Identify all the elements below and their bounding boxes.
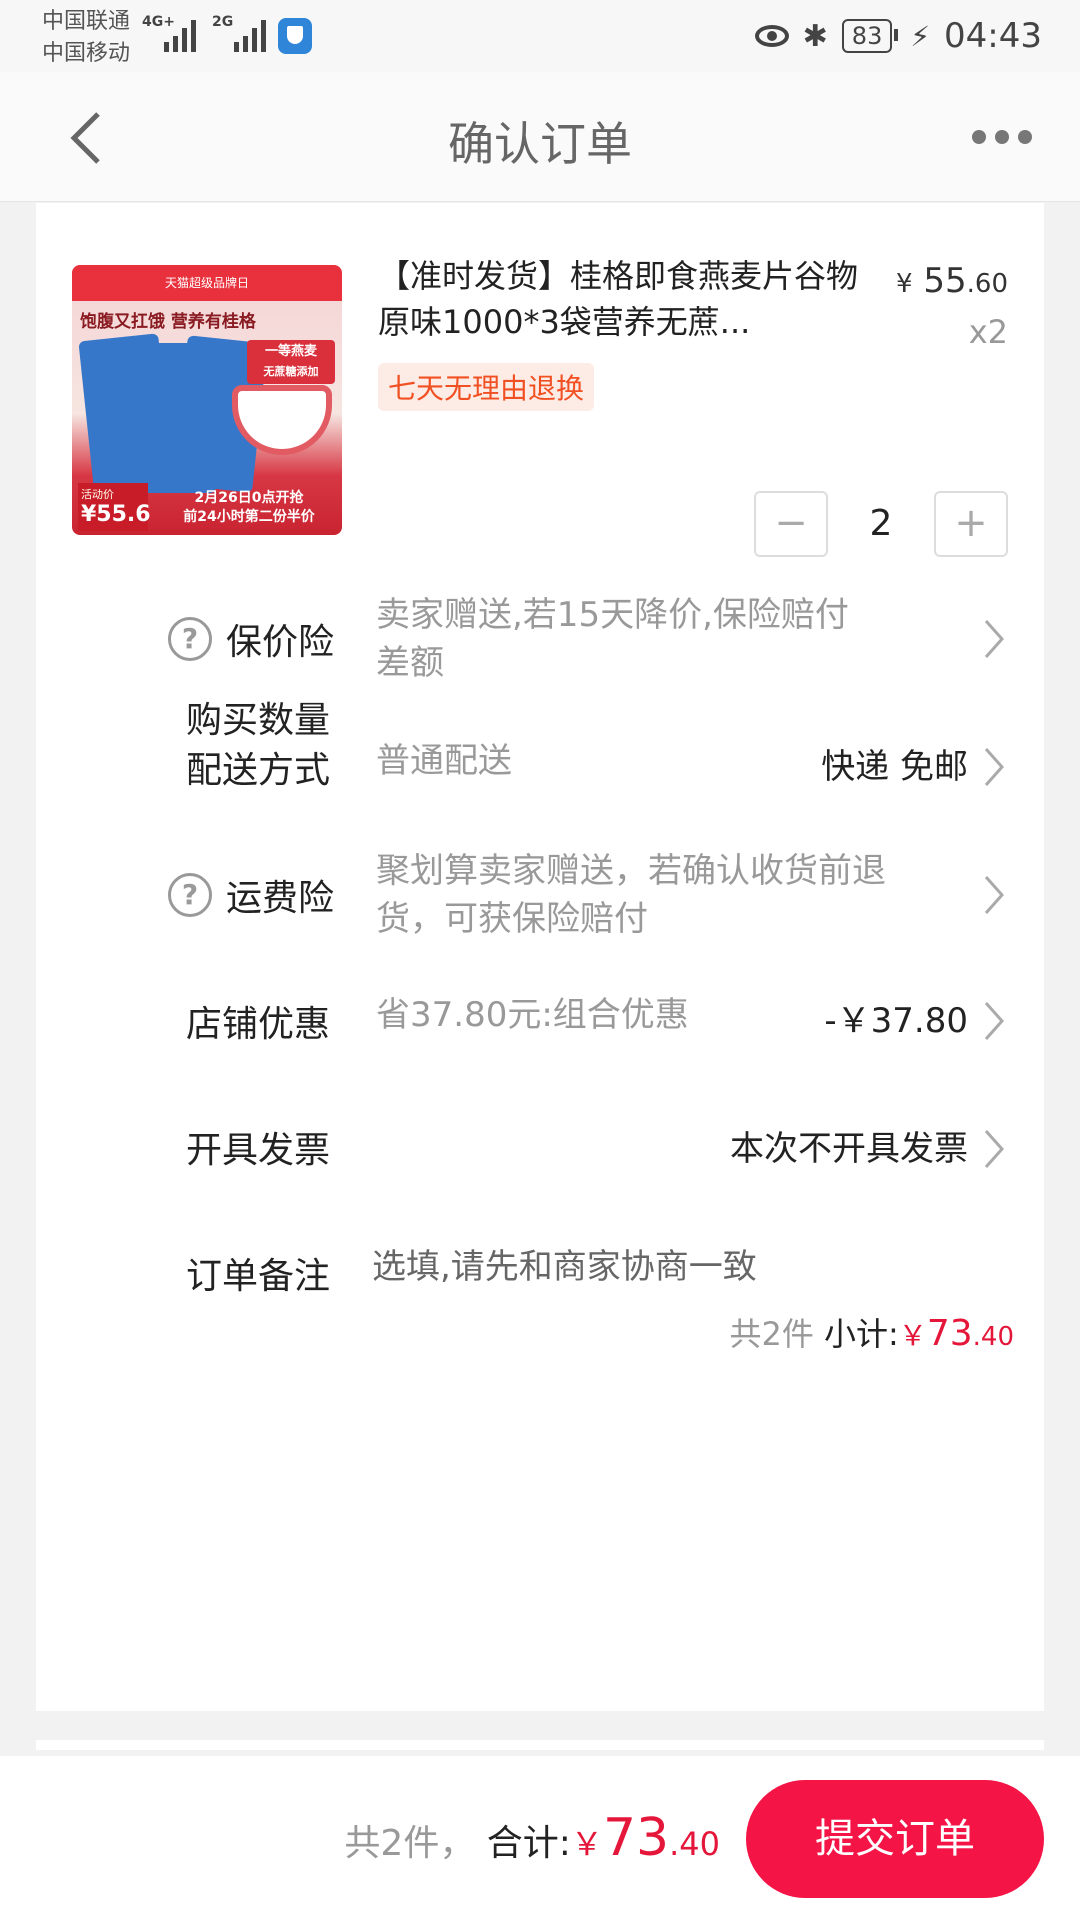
decrease-button[interactable]: − bbox=[754, 491, 828, 557]
invoice-value: 本次不开具发票 bbox=[730, 1129, 968, 1169]
eye-comfort-icon bbox=[754, 25, 789, 47]
chevron-right-icon bbox=[980, 617, 1008, 661]
increase-button[interactable]: + bbox=[934, 491, 1008, 557]
subtotal-currency: ￥ bbox=[898, 1319, 927, 1352]
shipping-insurance-label: 运费险 bbox=[226, 878, 335, 919]
submit-order-button[interactable]: 提交订单 bbox=[746, 1780, 1044, 1898]
image-price-box: 活动价 ¥55.6 bbox=[78, 483, 151, 531]
store-discount-value: 省37.80元:组合优惠 bbox=[376, 995, 689, 1035]
store-discount-amount: -￥37.80 bbox=[824, 1001, 968, 1041]
subtotal-integer: 73 bbox=[926, 1313, 973, 1354]
quantity-value[interactable]: 2 bbox=[828, 491, 934, 557]
image-sale-line2: 前24小时第二份半价 bbox=[183, 509, 315, 525]
product-image[interactable]: 天猫超级品牌日 饱腹又扛饿 营养有桂格 一等燕麦 无蔗糖添加 活动价 ¥55.6… bbox=[72, 265, 342, 535]
quantity-label: 购买数量 bbox=[186, 700, 331, 741]
subtotal-decimal: .40 bbox=[972, 1322, 1014, 1352]
battery-icon: 83 bbox=[841, 19, 898, 53]
charging-icon: ⚡ bbox=[910, 19, 931, 53]
more-options-button[interactable] bbox=[972, 122, 1032, 152]
image-price: ¥55.6 bbox=[81, 502, 151, 527]
delivery-value: 普通配送 bbox=[376, 741, 512, 781]
delivery-method: 快递 免邮 bbox=[821, 747, 968, 787]
order-total: 共2件， 合计:￥73.40 bbox=[344, 1808, 720, 1868]
total-currency: ￥ bbox=[570, 1825, 603, 1863]
total-count: 共2件， bbox=[344, 1823, 476, 1864]
image-sale-info: 2月26日0点开抢 前24小时第二份半价 bbox=[164, 489, 334, 527]
image-badge-line1: 一等燕麦 bbox=[264, 344, 317, 359]
subtotal: 共2件 小计:￥73.40 bbox=[729, 1309, 1014, 1355]
image-badge: 一等燕麦 无蔗糖添加 bbox=[247, 340, 335, 384]
remark-label: 订单备注 bbox=[186, 1256, 331, 1297]
bottom-bar: 共2件， 合计:￥73.40 提交订单 bbox=[0, 1756, 1080, 1920]
status-bar: 中国联通 中国移动 4G+ 2G ✱ 83 ⚡ 04:43 bbox=[0, 0, 1080, 72]
nav-bar: 确认订单 bbox=[0, 72, 1080, 202]
image-slogan: 饱腹又扛饿 营养有桂格 bbox=[80, 312, 256, 332]
product-quantity: x2 bbox=[968, 313, 1008, 351]
total-label: 合计: bbox=[486, 1823, 571, 1864]
dot-icon bbox=[1018, 130, 1032, 144]
order-card: 天猫超级品牌日 饱腹又扛饿 营养有桂格 一等燕麦 无蔗糖添加 活动价 ¥55.6… bbox=[36, 203, 1044, 1711]
price-protection-value: 卖家赠送,若15天降价,保险赔付差额 bbox=[376, 595, 849, 683]
chevron-right-icon bbox=[980, 999, 1008, 1043]
invoice-label: 开具发票 bbox=[186, 1130, 331, 1171]
security-shield-icon bbox=[278, 18, 312, 54]
signal-icon bbox=[164, 18, 196, 52]
signal-icon-2 bbox=[234, 18, 266, 52]
image-top-banner: 天猫超级品牌日 bbox=[72, 265, 342, 301]
page-title: 确认订单 bbox=[448, 117, 632, 171]
price-currency: ¥ bbox=[896, 269, 913, 299]
bluetooth-icon: ✱ bbox=[802, 18, 828, 54]
carrier-2: 中国移动 bbox=[42, 41, 131, 66]
chevron-right-icon bbox=[980, 873, 1008, 917]
chevron-right-icon bbox=[980, 1127, 1008, 1171]
dot-icon bbox=[972, 130, 986, 144]
dot-icon bbox=[995, 130, 1009, 144]
help-icon[interactable]: ? bbox=[168, 617, 212, 661]
remark-input[interactable]: 选填,请先和商家协商一致 bbox=[372, 1243, 757, 1291]
subtotal-count: 共2件 bbox=[729, 1315, 814, 1353]
return-policy-tag: 七天无理由退换 bbox=[378, 363, 595, 411]
product-title[interactable]: 【准时发货】桂格即食燕麦片谷物原味1000*3袋营养无蔗... bbox=[378, 253, 878, 345]
price-protection-label: 保价险 bbox=[226, 622, 335, 663]
quantity-stepper[interactable]: − 2 + bbox=[754, 491, 1008, 557]
price-integer: 55 bbox=[923, 261, 967, 301]
network-type-2: 2G bbox=[212, 14, 234, 30]
product-price: ¥ 55.60 bbox=[896, 261, 1008, 301]
image-price-caption: 活动价 bbox=[81, 488, 114, 501]
next-card-edge bbox=[36, 1740, 1044, 1750]
help-icon[interactable]: ? bbox=[168, 873, 212, 917]
status-right: ✱ 83 ⚡ 04:43 bbox=[754, 12, 1042, 60]
carrier-1: 中国联通 bbox=[42, 9, 131, 34]
chevron-right-icon bbox=[980, 745, 1008, 789]
image-badge-line2: 无蔗糖添加 bbox=[263, 365, 319, 378]
image-sale-line1: 2月26日0点开抢 bbox=[194, 490, 304, 506]
price-decimal: .60 bbox=[966, 269, 1008, 299]
delivery-label: 配送方式 bbox=[186, 750, 331, 791]
clock: 04:43 bbox=[944, 16, 1042, 56]
store-discount-label: 店铺优惠 bbox=[186, 1004, 331, 1045]
shipping-insurance-value: 聚划算卖家赠送，若确认收货前退货，可获保险赔付 bbox=[376, 851, 886, 939]
subtotal-label: 小计: bbox=[824, 1315, 899, 1353]
total-integer: 73 bbox=[602, 1808, 670, 1868]
carrier-names: 中国联通 中国移动 bbox=[42, 6, 130, 70]
total-decimal: .40 bbox=[669, 1825, 720, 1863]
